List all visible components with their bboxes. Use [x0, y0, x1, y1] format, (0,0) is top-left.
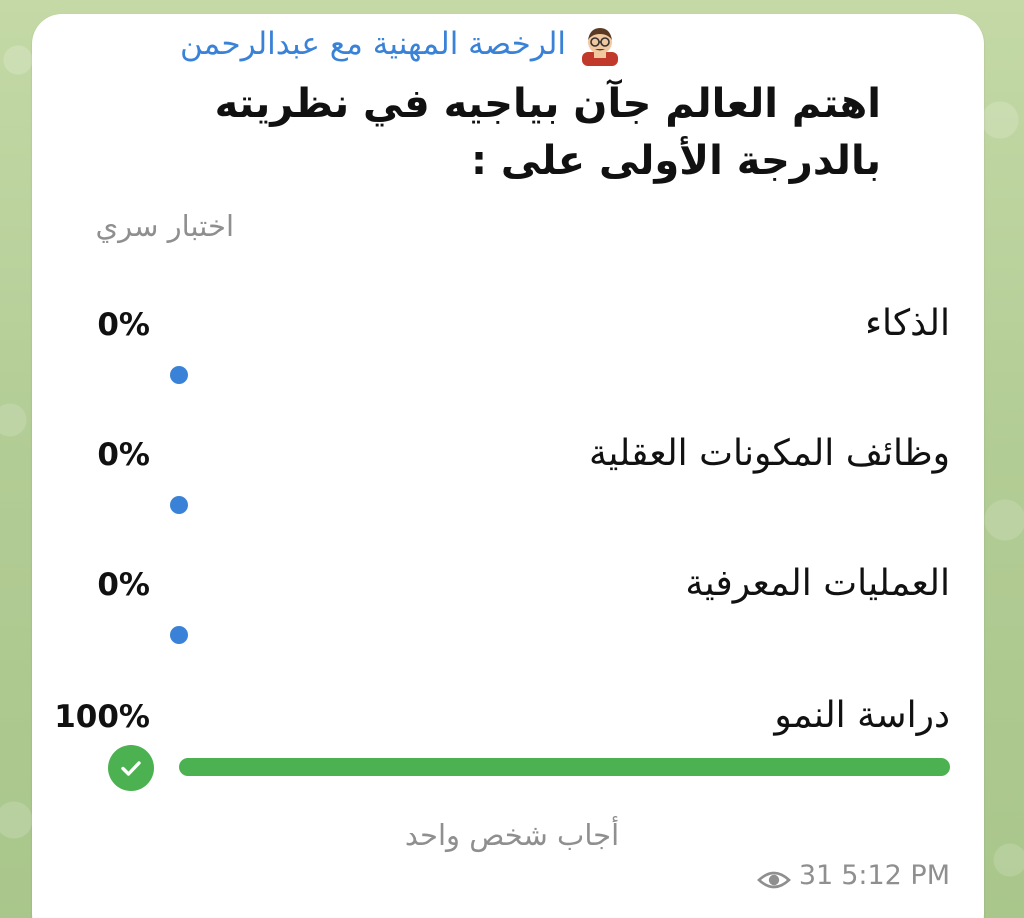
empty-result-dot: [170, 626, 188, 644]
option-label: وظائف المكونات العقلية: [589, 433, 950, 474]
poll-question: اهتم العالم جآن بياجيه في نظريته بالدرجة…: [214, 81, 881, 184]
option-label: العمليات المعرفية: [685, 563, 950, 604]
check-icon: [108, 745, 154, 791]
option-label: دراسة النمو: [774, 695, 950, 736]
poll-option-growth-study[interactable]: دراسة النمو 100%: [0, 692, 1024, 812]
channel-name[interactable]: الرخصة المهنية مع عبدالرحمن: [180, 22, 566, 66]
option-label: الذكاء: [865, 303, 950, 344]
message-time: 5:12 PM: [841, 860, 950, 891]
result-bar-fill: [179, 758, 950, 776]
poll-option-intelligence[interactable]: الذكاء 0%: [0, 300, 1024, 420]
poll-option-mental-functions[interactable]: وظائف المكونات العقلية 0%: [0, 430, 1024, 550]
poll-option-cognitive-processes[interactable]: العمليات المعرفية 0%: [0, 560, 1024, 680]
message-meta: 31 5:12 PM: [756, 856, 950, 896]
option-percent: 0%: [97, 567, 150, 603]
option-percent: 0%: [97, 307, 150, 343]
views-count: 31: [798, 860, 834, 891]
result-bar: [170, 496, 950, 514]
result-bar: [170, 626, 950, 644]
eye-icon: [756, 864, 791, 889]
option-percent: 100%: [54, 699, 150, 735]
option-percent: 0%: [97, 437, 150, 473]
empty-result-dot: [170, 496, 188, 514]
result-bar: [179, 758, 950, 776]
man-with-glasses-emoji-icon: [578, 22, 622, 66]
poll-type-label: اختبار سري: [95, 209, 234, 243]
empty-result-dot: [170, 366, 188, 384]
votes-count[interactable]: أجاب شخص واحد: [0, 812, 1024, 858]
result-bar: [170, 366, 950, 384]
message-header: الرخصة المهنية مع عبدالرحمن: [180, 22, 622, 66]
